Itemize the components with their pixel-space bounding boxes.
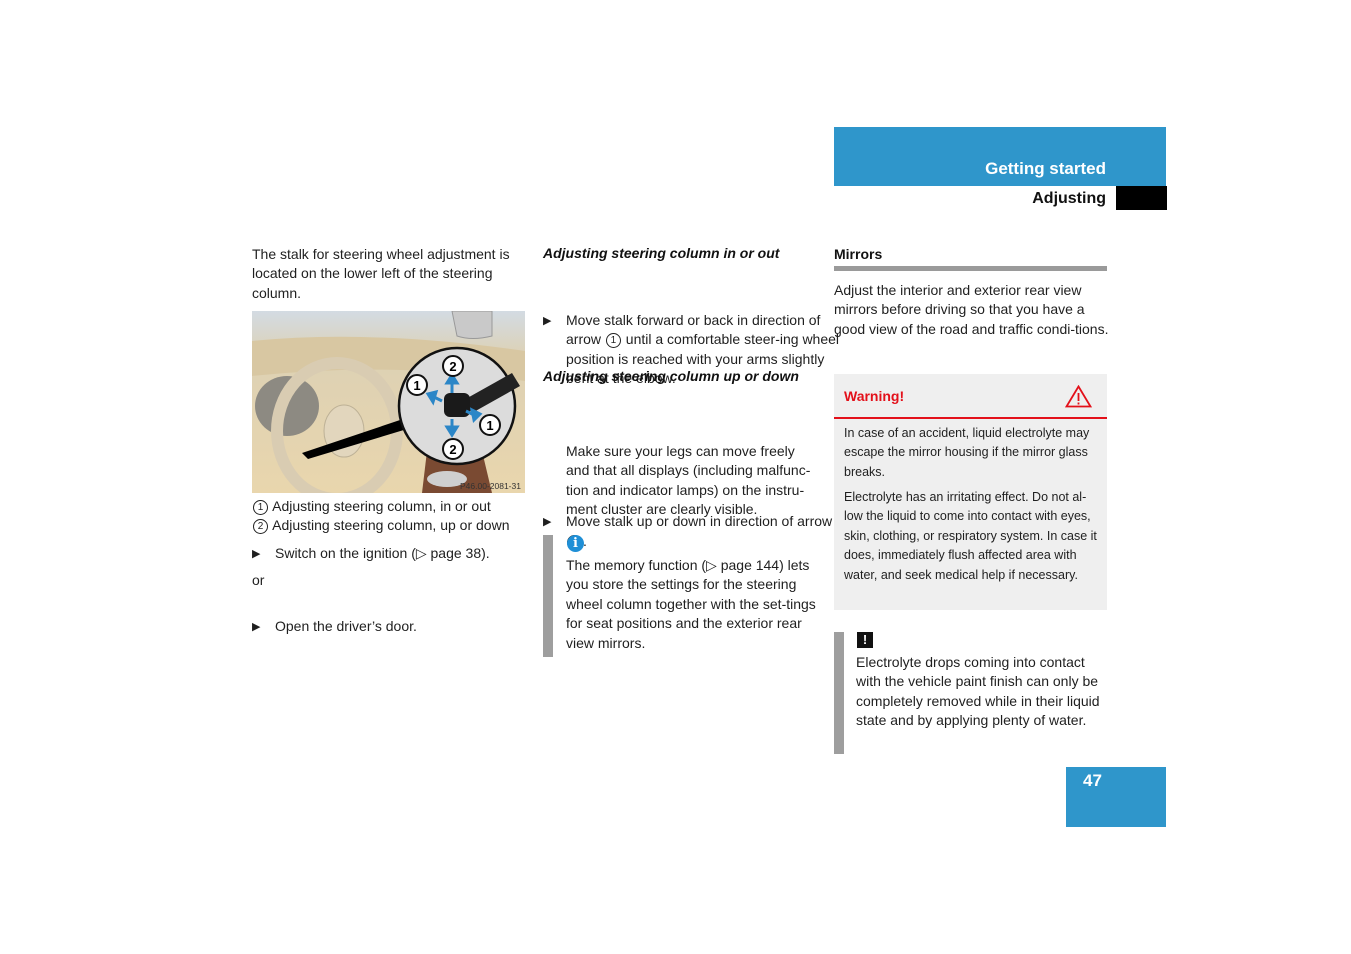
note-text: Electrolyte drops coming into contact wi… xyxy=(856,654,1100,729)
warning-title: Warning! xyxy=(844,388,905,404)
heading-up-or-down: Adjusting steering column up or down xyxy=(543,368,799,384)
or-label: or xyxy=(252,572,265,588)
legend-item: 1 Adjusting steering column, in or out xyxy=(252,497,532,516)
callout-1-right: 1 xyxy=(486,418,493,433)
number-1-icon: 1 xyxy=(253,500,268,515)
callout-2-bottom: 2 xyxy=(449,442,456,457)
number-2-icon: 2 xyxy=(253,519,268,535)
info-sidebar xyxy=(543,535,553,657)
step-ignition: ▶ Switch on the ignition (▷ page 38). xyxy=(252,544,535,563)
steering-stalk-illustration: 2 1 1 2 P46.00-2081-31 xyxy=(252,311,525,493)
info-text: The memory function (▷ page 144) lets yo… xyxy=(566,557,816,651)
subsection-title: Adjusting xyxy=(1032,190,1106,207)
warning-triangle-icon xyxy=(1065,385,1092,408)
intro-paragraph: The stalk for steering wheel adjustment … xyxy=(252,246,510,301)
exclamation-icon: ! xyxy=(857,632,873,648)
page-number: 47 xyxy=(1083,771,1102,790)
heading-in-or-out: Adjusting steering column in or out xyxy=(543,245,780,261)
warning-para-1: In case of an accident, liquid electroly… xyxy=(844,426,1090,479)
step-open-door: ▶ Open the driver’s door. xyxy=(252,617,535,636)
page-number-box xyxy=(1066,767,1166,827)
image-legend: 1 Adjusting steering column, in or out 2… xyxy=(252,497,532,536)
bullet-arrow-icon: ▶ xyxy=(252,548,261,560)
mirrors-intro: Adjust the interior and exterior rear vi… xyxy=(834,282,1109,337)
thumb-index-marker xyxy=(1116,186,1167,210)
number-1-icon: 1 xyxy=(605,333,621,349)
callout-2-top: 2 xyxy=(449,359,456,374)
image-code: P46.00-2081-31 xyxy=(460,481,521,491)
bullet-arrow-icon: ▶ xyxy=(543,516,552,529)
warning-rule xyxy=(834,417,1107,419)
mirrors-heading: Mirrors xyxy=(834,246,883,262)
legend-item: 2 Adjusting steering column, up or down xyxy=(252,516,532,535)
bullet-arrow-icon: ▶ xyxy=(252,621,261,634)
section-title: Getting started xyxy=(985,159,1106,178)
bullet-arrow-icon: ▶ xyxy=(543,314,552,327)
warning-para-2: Electrolyte has an irritating effect. Do… xyxy=(844,490,1097,582)
heading-rule xyxy=(834,266,1107,271)
cockpit-image: 2 1 1 2 P46.00-2081-31 xyxy=(252,311,525,493)
info-icon: i xyxy=(567,535,584,552)
note-sidebar xyxy=(834,632,844,754)
legs-note: Make sure your legs can move freely and … xyxy=(566,443,811,518)
callout-1-left: 1 xyxy=(413,378,420,393)
